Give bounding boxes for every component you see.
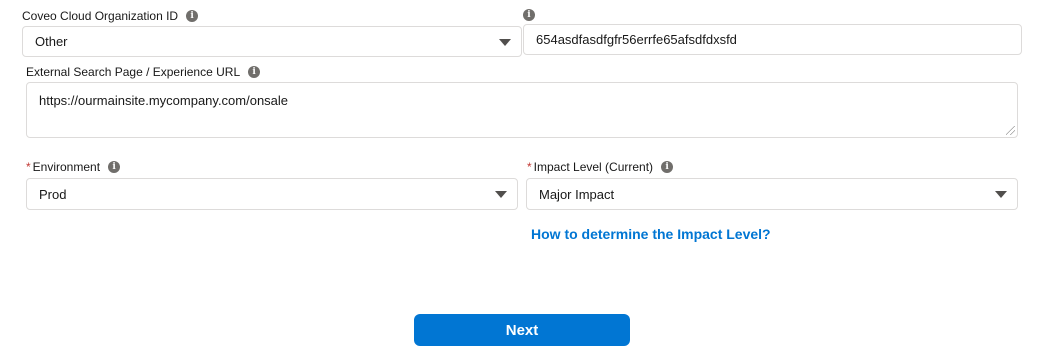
search-url-textarea[interactable]: https://ourmainsite.mycompany.com/onsale [26, 82, 1018, 138]
environment-label: * Environment i [26, 160, 121, 174]
info-icon[interactable]: i [108, 161, 121, 173]
org-id-custom-label: i [519, 9, 535, 21]
org-id-label-text: Coveo Cloud Organization ID [22, 9, 179, 23]
search-url-value: https://ourmainsite.mycompany.com/onsale [39, 93, 289, 108]
info-icon[interactable]: i [661, 161, 674, 173]
org-id-custom-value: 654asdfasdfgfr56errfe65afsdfdxsfd [536, 32, 737, 47]
chevron-down-icon [499, 38, 511, 46]
org-id-custom-input[interactable]: 654asdfasdfgfr56errfe65afsdfdxsfd [523, 24, 1022, 55]
chevron-down-icon [995, 191, 1007, 198]
search-url-label-text: External Search Page / Experience URL [26, 65, 241, 79]
impact-level-select-value: Major Impact [539, 186, 615, 202]
environment-select[interactable]: Prod [26, 178, 518, 210]
chevron-down-icon [495, 191, 507, 198]
org-id-label: Coveo Cloud Organization ID i [22, 9, 199, 23]
required-marker: * [527, 160, 532, 174]
org-id-select-value: Other [35, 34, 68, 49]
org-id-select[interactable]: Other [22, 26, 522, 57]
resize-handle-icon[interactable] [1006, 126, 1015, 135]
info-icon[interactable]: i [186, 10, 199, 22]
environment-label-text: Environment [32, 160, 101, 174]
environment-select-value: Prod [39, 186, 67, 202]
impact-level-label: * Impact Level (Current) i [527, 160, 674, 174]
impact-level-help-link[interactable]: How to determine the Impact Level? [531, 226, 771, 242]
next-button[interactable]: Next [414, 314, 630, 346]
impact-level-label-text: Impact Level (Current) [533, 160, 654, 174]
info-icon[interactable]: i [523, 9, 535, 21]
impact-level-select[interactable]: Major Impact [526, 178, 1018, 210]
required-marker: * [26, 160, 31, 174]
search-url-label: External Search Page / Experience URL i [26, 65, 261, 79]
info-icon[interactable]: i [248, 66, 261, 78]
